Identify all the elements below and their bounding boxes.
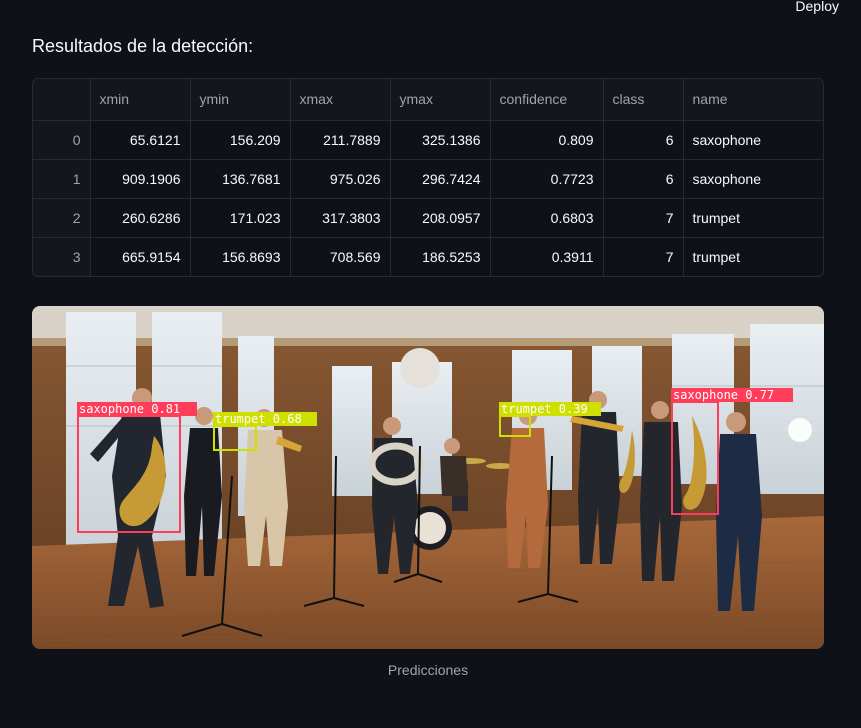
xmax-cell[interactable]: 708.569	[290, 237, 391, 276]
detection-label: trumpet 0.68	[215, 412, 302, 426]
xmin-cell[interactable]: 665.9154	[90, 237, 191, 276]
column-header-ymax[interactable]: ymax	[390, 79, 491, 121]
ymax-cell[interactable]: 296.7424	[390, 159, 491, 199]
detection-label: saxophone 0.77	[673, 388, 774, 402]
detection-label: trumpet 0.39	[501, 402, 588, 416]
class-cell[interactable]: 7	[603, 237, 684, 276]
name-cell[interactable]: trumpet	[683, 237, 823, 276]
ymin-cell[interactable]: 136.7681	[190, 159, 291, 199]
table-row: 1 909.1906 136.7681 975.026 296.7424 0.7…	[33, 159, 823, 199]
row-index-cell: 3	[33, 237, 91, 276]
row-index-cell: 0	[33, 120, 91, 160]
table-row: 3 665.9154 156.8693 708.569 186.5253 0.3…	[33, 237, 823, 276]
predictions-image: saxophone 0.81 trumpet 0.68 trumpet 0.39…	[32, 306, 824, 649]
band-photo: saxophone 0.81 trumpet 0.68 trumpet 0.39…	[32, 306, 824, 649]
results-heading: Resultados de la detección:	[32, 36, 254, 56]
table-row: 0 65.6121 156.209 211.7889 325.1386 0.80…	[33, 120, 823, 160]
column-header-confidence[interactable]: confidence	[490, 79, 604, 121]
xmin-cell[interactable]: 65.6121	[90, 120, 191, 160]
ymin-cell[interactable]: 171.023	[190, 198, 291, 238]
xmin-cell[interactable]: 260.6286	[90, 198, 191, 238]
class-cell[interactable]: 7	[603, 198, 684, 238]
detection-label: saxophone 0.81	[79, 402, 180, 416]
name-cell[interactable]: trumpet	[683, 198, 823, 238]
deploy-button[interactable]: Deploy	[795, 0, 839, 14]
column-header-xmax[interactable]: xmax	[290, 79, 391, 121]
confidence-cell[interactable]: 0.809	[490, 120, 604, 160]
confidence-cell[interactable]: 0.6803	[490, 198, 604, 238]
watermark-logo	[788, 418, 812, 442]
xmax-cell[interactable]: 211.7889	[290, 120, 391, 160]
confidence-cell[interactable]: 0.7723	[490, 159, 604, 199]
confidence-cell[interactable]: 0.3911	[490, 237, 604, 276]
class-cell[interactable]: 6	[603, 120, 684, 160]
ymax-cell[interactable]: 186.5253	[390, 237, 491, 276]
column-header-ymin[interactable]: ymin	[190, 79, 291, 121]
ymin-cell[interactable]: 156.8693	[190, 237, 291, 276]
xmax-cell[interactable]: 975.026	[290, 159, 391, 199]
table-header-row: xmin ymin xmax ymax confidence class nam…	[33, 79, 823, 121]
column-header-xmin[interactable]: xmin	[90, 79, 191, 121]
ymin-cell[interactable]: 156.209	[190, 120, 291, 160]
class-cell[interactable]: 6	[603, 159, 684, 199]
app-page: Deploy Resultados de la detección: xmin …	[0, 0, 861, 728]
xmin-cell[interactable]: 909.1906	[90, 159, 191, 199]
column-header-index[interactable]	[33, 79, 91, 121]
column-header-class[interactable]: class	[603, 79, 684, 121]
row-index-cell: 2	[33, 198, 91, 238]
name-cell[interactable]: saxophone	[683, 159, 823, 199]
xmax-cell[interactable]: 317.3803	[290, 198, 391, 238]
ymax-cell[interactable]: 208.0957	[390, 198, 491, 238]
table-row: 2 260.6286 171.023 317.3803 208.0957 0.6…	[33, 198, 823, 238]
image-caption: Predicciones	[387, 662, 469, 678]
row-index-cell: 1	[33, 159, 91, 199]
ymax-cell[interactable]: 325.1386	[390, 120, 491, 160]
name-cell[interactable]: saxophone	[683, 120, 823, 160]
column-header-name[interactable]: name	[683, 79, 823, 121]
results-table[interactable]: xmin ymin xmax ymax confidence class nam…	[32, 78, 824, 277]
